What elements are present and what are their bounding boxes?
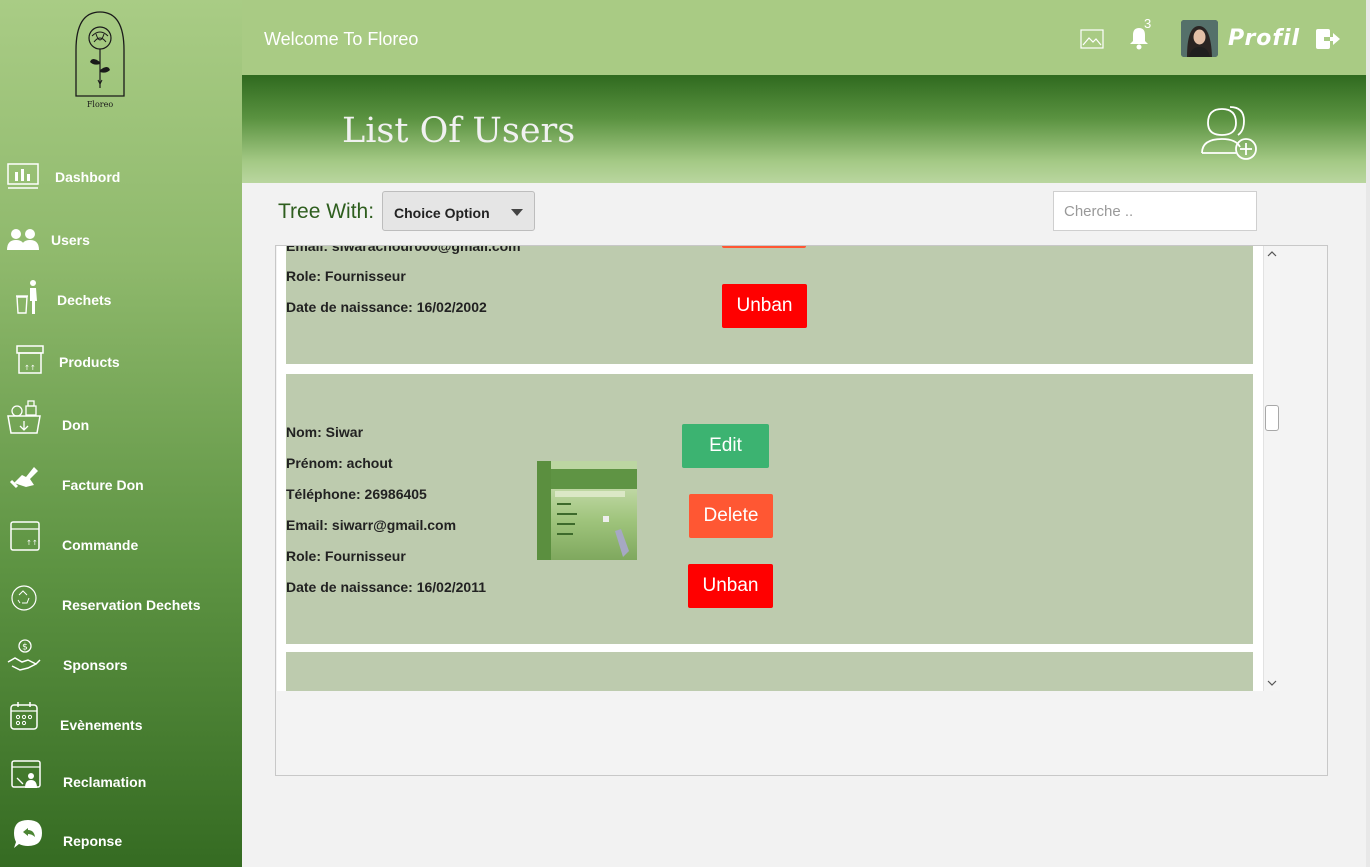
sidebar-item-label: Evènements: [60, 717, 143, 733]
handshake-dollar-icon: $: [6, 638, 42, 674]
calendar-icon: [6, 698, 42, 734]
sidebar-item-reclamation[interactable]: Reclamation: [0, 760, 242, 801]
users-icon: [5, 221, 41, 257]
sidebar-item-label: Dechets: [57, 292, 112, 308]
sidebar-item-label: Don: [62, 417, 90, 433]
sidebar-item-commande[interactable]: ↑↑ Commande: [0, 521, 242, 564]
user-email: Email: siwarr@gmail.com: [286, 517, 457, 533]
sidebar-item-dashbord[interactable]: Dashbord: [0, 156, 242, 196]
svg-text:$: $: [22, 643, 28, 653]
sidebar: Floreo Dashbord Users Dechets ↑↑ Product…: [0, 0, 242, 867]
invoice-icon: [7, 458, 43, 494]
user-role: Role: Fournisseur: [286, 268, 406, 284]
sidebar-item-don[interactable]: Don: [0, 400, 242, 443]
user-card: Email: siwarachour000@gmail.com Role: Fo…: [286, 246, 1253, 364]
notification-count-badge: 3: [1144, 16, 1152, 31]
recycle-icon: [6, 580, 42, 616]
welcome-text: Welcome To Floreo: [264, 29, 419, 49]
sidebar-item-label: Products: [59, 354, 120, 370]
sidebar-item-facture-don[interactable]: Facture Don: [0, 464, 242, 504]
select-value: Choice Option: [394, 205, 490, 221]
sidebar-item-label: Reservation Dechets: [62, 597, 201, 613]
user-phone: Téléphone: 26986405: [286, 486, 427, 502]
profile-label[interactable]: Profil: [1228, 26, 1300, 51]
user-nom: Nom: Siwar: [286, 424, 364, 440]
sidebar-item-sponsors[interactable]: $ Sponsors: [0, 639, 242, 684]
scrollbar-thumb[interactable]: [1265, 405, 1279, 431]
complaint-icon: [8, 757, 44, 793]
user-prenom: Prénom: achout: [286, 455, 393, 471]
svg-text:↑↑: ↑↑: [26, 539, 38, 547]
unban-button[interactable]: Unban: [688, 564, 773, 608]
window-edge: [1366, 0, 1370, 867]
sidebar-item-users[interactable]: Users: [0, 219, 242, 259]
sidebar-item-label: Users: [51, 232, 90, 248]
user-birthdate: Date de naissance: 16/02/2011: [286, 579, 487, 595]
users-list-viewport[interactable]: Email: siwarachour000@gmail.com Role: Fo…: [277, 246, 1265, 691]
top-bar: Welcome To Floreo 3 Profil: [242, 0, 1368, 75]
user-photo-thumbnail: [537, 461, 637, 560]
search-input[interactable]: [1053, 191, 1257, 231]
waste-bin-icon: [10, 279, 46, 315]
sidebar-item-label: Facture Don: [62, 477, 144, 493]
user-card: Nom: Siwar Prénom: achout Téléphone: 269…: [286, 374, 1253, 644]
box-icon: ↑↑: [12, 341, 48, 377]
sidebar-item-evenements[interactable]: Evènements: [0, 702, 242, 744]
logo-text: Floreo: [87, 100, 113, 109]
user-role: Role: Fournisseur: [286, 548, 406, 564]
tree-with-label: Tree With:: [278, 200, 375, 223]
sidebar-item-reponse[interactable]: Reponse: [0, 820, 242, 860]
dashboard-chart-icon: [5, 158, 41, 194]
sidebar-item-products[interactable]: ↑↑ Products: [0, 341, 242, 381]
add-user-icon[interactable]: [1200, 105, 1260, 161]
page-title: List Of Users: [342, 111, 576, 151]
scroll-up-arrow-icon[interactable]: [1264, 246, 1280, 262]
sidebar-item-label: Commande: [62, 537, 139, 553]
user-card: [286, 652, 1253, 691]
delete-button[interactable]: Delete: [689, 494, 773, 538]
image-icon[interactable]: [1080, 29, 1104, 49]
edit-button[interactable]: Edit: [682, 424, 769, 468]
donation-basket-icon: [6, 399, 42, 435]
sidebar-item-reservation-dechets[interactable]: Reservation Dechets: [0, 584, 242, 624]
app-window: Floreo Dashbord Users Dechets ↑↑ Product…: [0, 0, 1370, 867]
svg-text:↑↑: ↑↑: [24, 364, 36, 372]
user-birthdate: Date de naissance: 16/02/2002: [286, 299, 487, 315]
order-box-icon: ↑↑: [7, 518, 43, 554]
reply-icon: [10, 816, 46, 852]
sidebar-item-label: Reponse: [63, 833, 123, 849]
scroll-down-arrow-icon[interactable]: [1264, 675, 1280, 691]
sidebar-item-label: Reclamation: [63, 774, 147, 790]
delete-button[interactable]: [722, 246, 806, 248]
floreo-logo[interactable]: Floreo: [72, 10, 128, 110]
logout-icon[interactable]: [1315, 27, 1341, 51]
sidebar-item-label: Sponsors: [63, 657, 128, 673]
unban-button[interactable]: Unban: [722, 284, 807, 328]
list-scrollbar[interactable]: [1263, 246, 1280, 691]
choice-option-select[interactable]: Choice Option: [382, 191, 535, 231]
avatar[interactable]: [1181, 20, 1218, 57]
chevron-down-icon: [511, 209, 523, 216]
user-email: Email: siwarachour000@gmail.com: [286, 246, 521, 254]
page-banner: List Of Users: [242, 75, 1368, 183]
sidebar-item-dechets[interactable]: Dechets: [0, 279, 242, 319]
sidebar-item-label: Dashbord: [55, 169, 121, 185]
